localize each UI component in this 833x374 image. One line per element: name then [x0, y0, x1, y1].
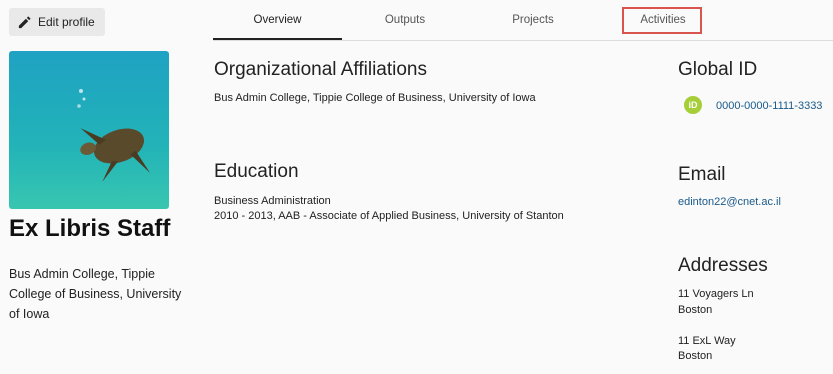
tab-projects[interactable]: Projects	[468, 0, 598, 39]
tab-activities[interactable]: Activities	[623, 0, 703, 39]
address-1-line1: 11 Voyagers Ln	[678, 288, 754, 300]
address-1-line2: Boston	[678, 304, 713, 316]
tab-bar: Overview Outputs Projects Activities	[213, 0, 833, 41]
profile-photo	[9, 51, 169, 209]
email-link[interactable]: edinton22@cnet.ac.il	[678, 195, 781, 210]
org-affiliations-heading: Organizational Affiliations	[214, 59, 427, 80]
global-id-heading: Global ID	[678, 59, 758, 80]
address-2-line1: 11 ExL Way	[678, 335, 736, 347]
tab-outputs[interactable]: Outputs	[342, 0, 468, 39]
education-detail: 2010 - 2013, AAB - Associate of Applied …	[214, 210, 564, 222]
address-2-line2: Boston	[678, 350, 713, 362]
orcid-icon: iD	[684, 96, 702, 114]
education-field: Business Administration	[214, 195, 331, 207]
email-heading: Email	[678, 164, 726, 185]
tab-overview[interactable]: Overview	[213, 0, 342, 40]
edit-profile-label: Edit profile	[38, 15, 95, 29]
pencil-icon	[18, 15, 31, 28]
profile-name: Ex Libris Staff	[9, 215, 171, 242]
org-affiliations-text: Bus Admin College, Tippie College of Bus…	[214, 92, 536, 104]
addresses-heading: Addresses	[678, 255, 768, 276]
profile-affiliation: Bus Admin College, Tippie College of Bus…	[9, 267, 182, 321]
edit-profile-button[interactable]: Edit profile	[9, 8, 105, 36]
education-heading: Education	[214, 161, 299, 182]
orcid-link[interactable]: 0000-0000-1111-3333	[716, 99, 822, 114]
